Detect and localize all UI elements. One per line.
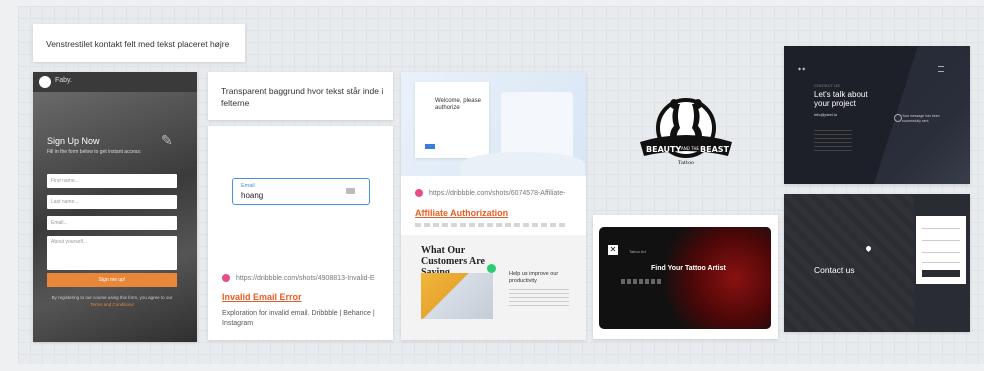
faby-legal-text: By registering to our course using this …	[51, 295, 173, 300]
terms-link[interactable]: Terms and Conditions	[90, 302, 134, 307]
dribbble-icon	[222, 274, 230, 282]
email-demo-card[interactable]	[208, 126, 393, 340]
email-input[interactable]: Email...	[47, 216, 177, 230]
talk-card[interactable]: ◆ ◆ CONTACT US Let's talk about your pro…	[784, 46, 970, 184]
last-name-input[interactable]: Last name...	[47, 195, 177, 209]
dribbble-icon	[415, 189, 423, 197]
tattoo-brand: Tattoo Art	[629, 249, 646, 254]
faby-legal: By registering to our course using this …	[47, 294, 177, 308]
affiliate-divider	[415, 223, 565, 227]
faby-topbar: Faby.	[33, 72, 197, 92]
contact-field[interactable]	[922, 262, 960, 263]
contact-field[interactable]	[922, 228, 960, 229]
contact-field[interactable]	[922, 252, 960, 253]
contact-card[interactable]: Contact us	[784, 194, 970, 332]
talk-details	[814, 130, 852, 152]
logo-text-beauty: BEAUTY	[646, 145, 681, 154]
email-source-url: https://dribbble.com/shots/4908813-Inval…	[236, 274, 375, 282]
contact-form[interactable]	[916, 216, 966, 284]
testimonials-preview: What Our Customers Are Saying Help us im…	[401, 235, 586, 340]
email-source-title[interactable]: Invalid Email Error	[222, 292, 302, 302]
email-source-description: Exploration for invalid email. Dribbble …	[222, 310, 375, 327]
email-field[interactable]: Email hoang	[232, 178, 370, 205]
talk-email: info@pixel.io	[814, 112, 837, 117]
contact-field[interactable]	[922, 240, 960, 241]
contact-submit-button[interactable]	[922, 270, 960, 277]
beauty-beast-logo[interactable]: BEAUTY AND THE BEAST Tattoo	[636, 90, 736, 174]
menu-icon[interactable]	[938, 66, 944, 72]
testimonials-photo	[421, 273, 493, 319]
faby-subtitle: Fill in the form below to get instant ac…	[47, 149, 142, 155]
logo-text-and: AND THE	[681, 146, 700, 151]
tattoo-card[interactable]: ✕ Tattoo Art Find Your Tattoo Artist	[593, 215, 778, 339]
testimonials-lines	[509, 289, 569, 307]
tattoo-hero-image	[651, 227, 771, 329]
contact-title: Contact us	[814, 265, 855, 275]
faby-title: Sign Up Now	[47, 136, 100, 146]
logo-tagline: Tattoo	[678, 160, 694, 166]
email-field-label: Email	[241, 183, 255, 189]
tattoo-subtitle	[621, 279, 661, 284]
about-textarea[interactable]: About yourself...	[47, 236, 177, 270]
talk-heading: Let's talk about your project	[814, 90, 868, 108]
tattoo-screen: ✕ Tattoo Art Find Your Tattoo Artist	[599, 227, 771, 329]
note-transparent[interactable]: Transparent baggrund hvor tekst står ind…	[208, 72, 393, 120]
affiliate-login-button	[425, 144, 435, 149]
email-field-value: hoang	[241, 191, 264, 200]
email-source-row[interactable]: https://dribbble.com/shots/4908813-Inval…	[222, 274, 387, 282]
talk-brand-icon: ◆ ◆	[798, 66, 806, 71]
talk-message: Your message has been successfully sent	[902, 114, 940, 123]
note-transparent-text: Transparent baggrund hvor tekst står ind…	[221, 86, 384, 108]
tattoo-title: Find Your Tattoo Artist	[651, 265, 726, 272]
logo-text-beast: BEAST	[700, 145, 730, 154]
affiliate-login-panel: Welcome, please authorize	[415, 82, 489, 158]
affiliate-source-row[interactable]: https://dribbble.com/shots/6074578-Affil…	[415, 189, 580, 197]
affiliate-source-title[interactable]: Affiliate Authorization	[415, 208, 508, 218]
affiliate-wave	[461, 152, 585, 176]
contact-map	[784, 194, 914, 332]
first-name-input[interactable]: First name...	[47, 174, 177, 188]
affiliate-card[interactable]: Welcome, please authorize https://dribbb…	[401, 72, 586, 340]
close-icon[interactable]: ✕	[608, 245, 618, 255]
talk-kicker: CONTACT US	[814, 83, 840, 88]
email-card-icon	[346, 188, 355, 194]
affiliate-source-url: https://dribbble.com/shots/6074578-Affil…	[429, 189, 566, 197]
faby-logo-icon	[39, 76, 51, 88]
pencil-icon: ✎	[161, 132, 173, 148]
affiliate-screenshot: Welcome, please authorize	[401, 72, 586, 176]
note-contact-text: Venstrestilet kontakt felt med tekst pla…	[46, 39, 230, 49]
faby-signup-card[interactable]: Faby. Sign Up Now Fill in the form below…	[33, 72, 197, 342]
faby-brand: Faby.	[55, 77, 72, 84]
quote-icon	[487, 264, 496, 273]
sign-up-button[interactable]: Sign me up!	[47, 273, 177, 287]
affiliate-welcome: Welcome, please authorize	[435, 98, 481, 111]
note-contact[interactable]: Venstrestilet kontakt felt med tekst pla…	[33, 24, 245, 62]
testimonials-help: Help us improve our productivity	[509, 271, 559, 284]
check-icon	[894, 114, 902, 122]
